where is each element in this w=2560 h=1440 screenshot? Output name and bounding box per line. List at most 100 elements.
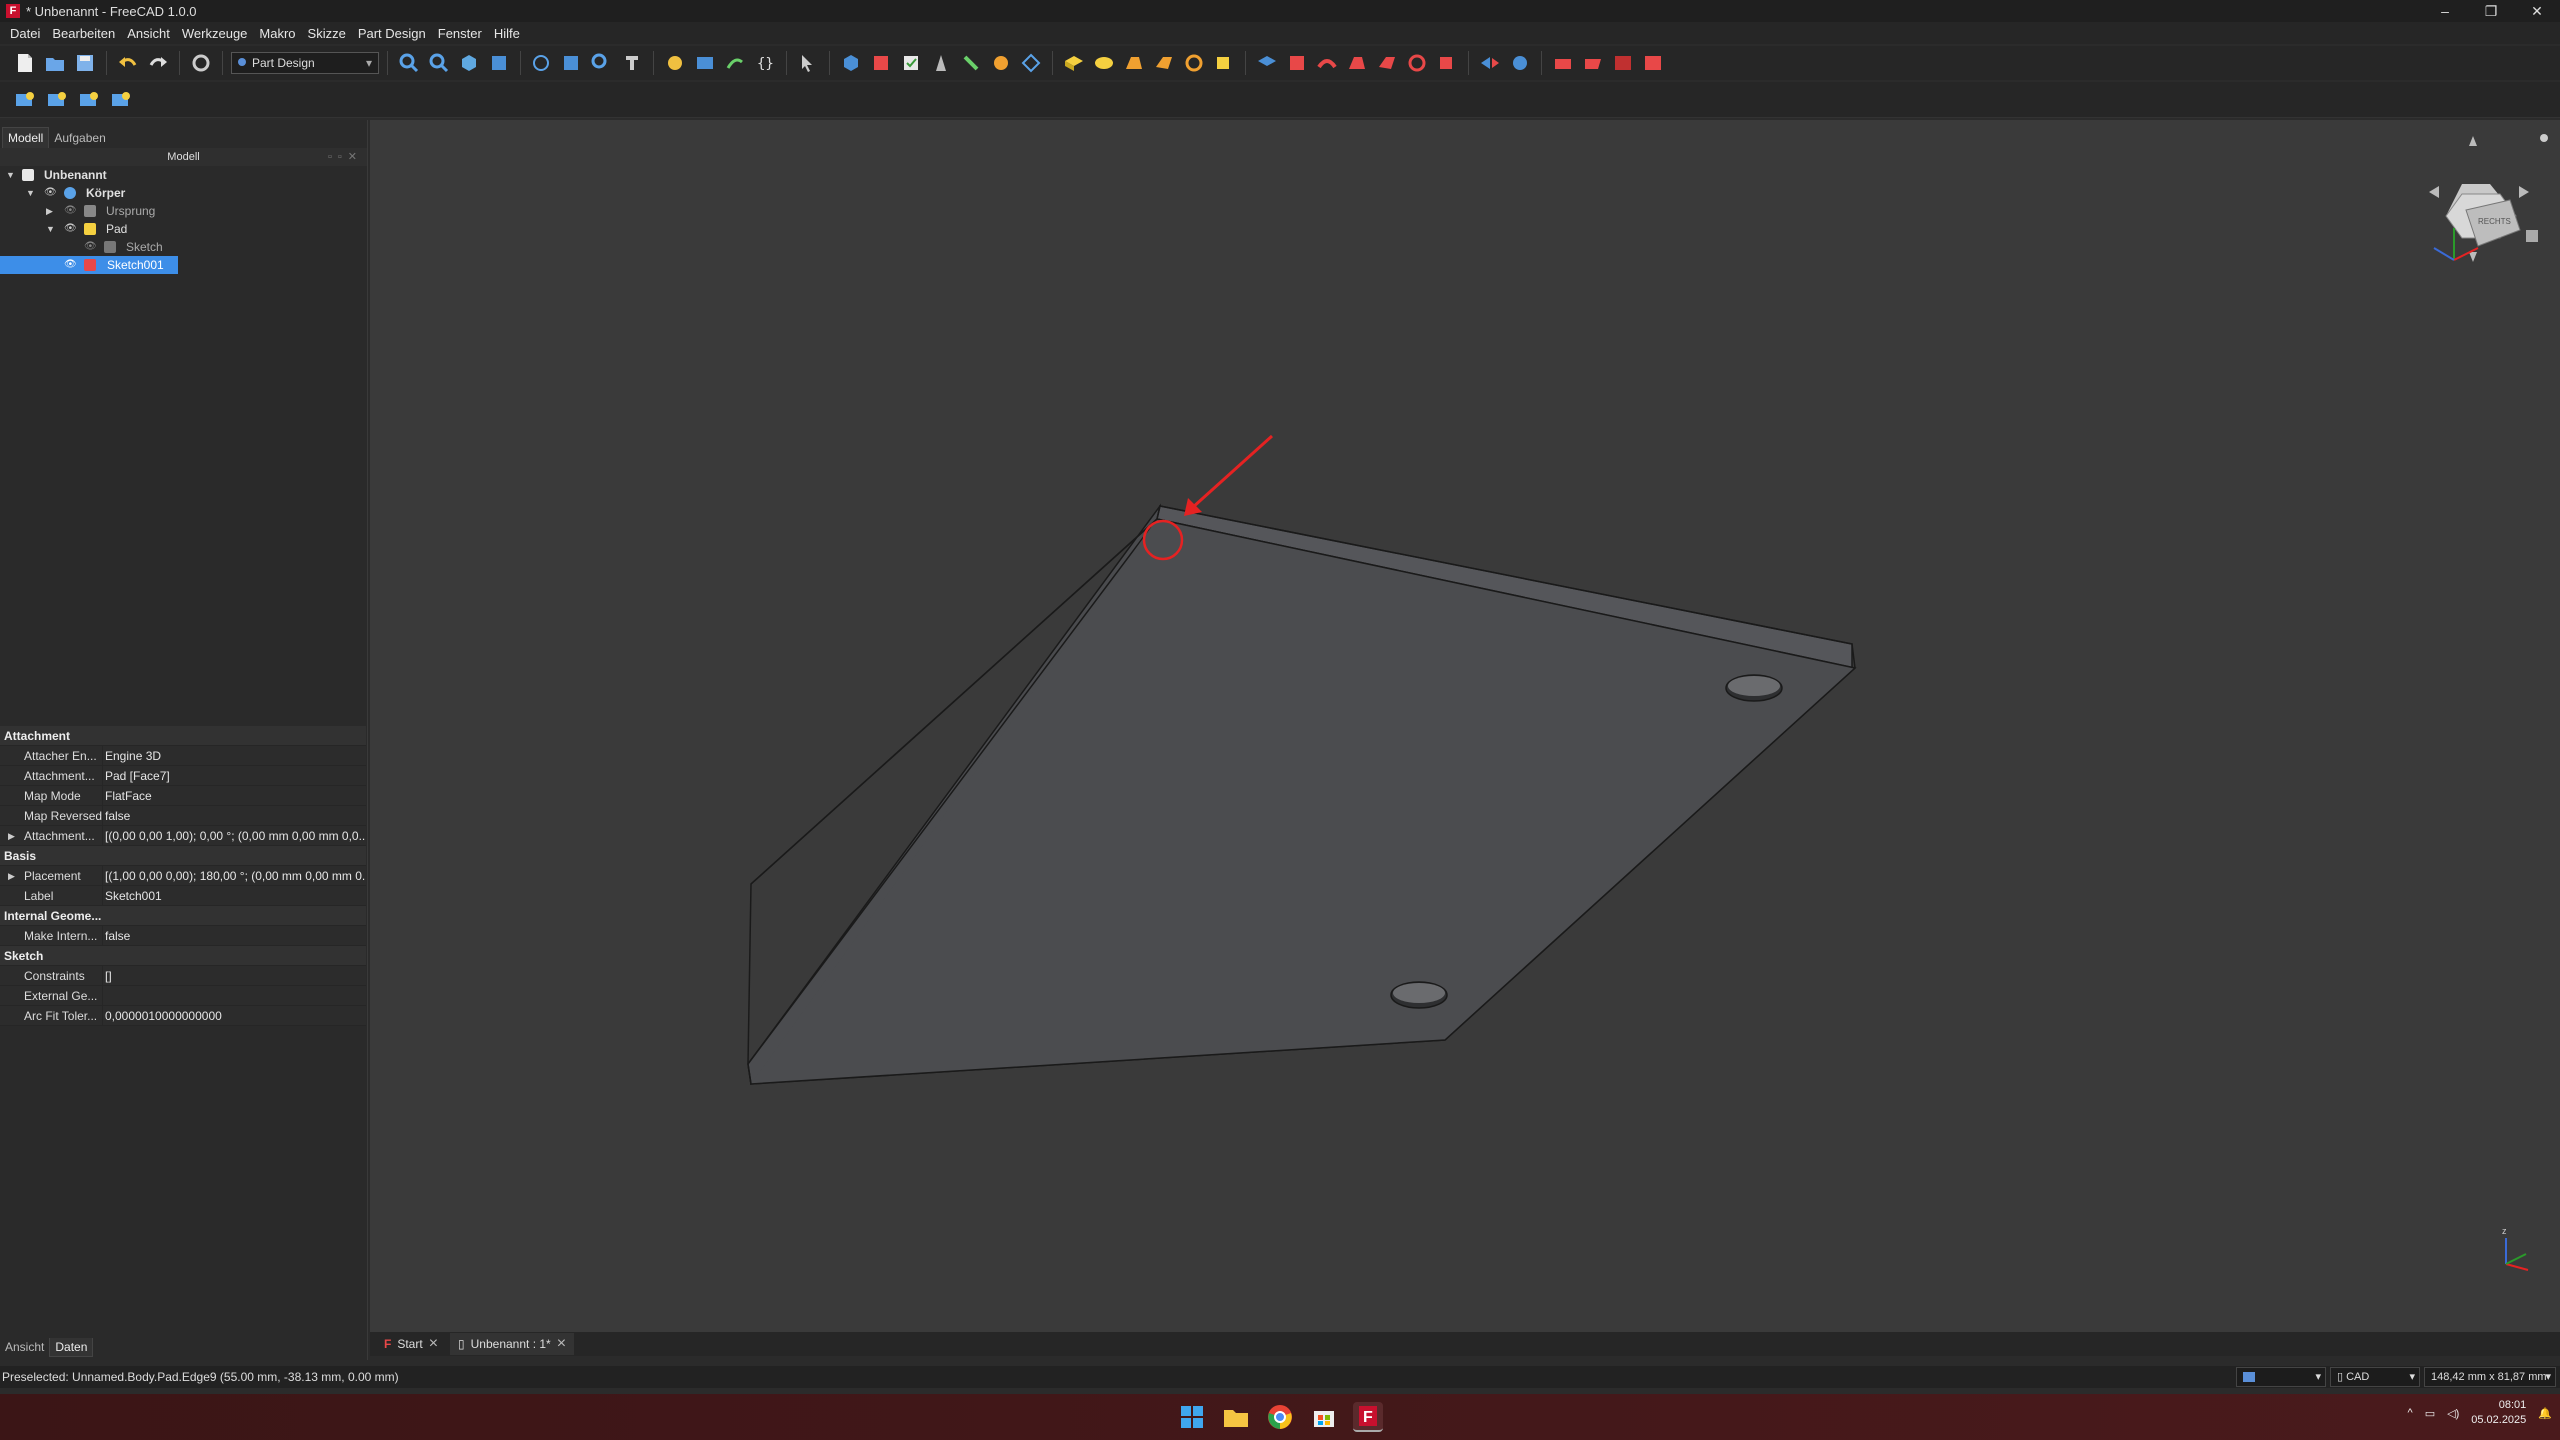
pipe-icon[interactable]	[1151, 50, 1177, 76]
macro-record-icon[interactable]	[662, 50, 688, 76]
refresh-icon[interactable]	[188, 50, 214, 76]
property-value[interactable]: [(0,00 0,00 1,00); 0,00 °; (0,00 mm 0,00…	[102, 826, 366, 845]
menu-part-design[interactable]: Part Design	[352, 26, 432, 41]
property-row[interactable]: Constraints []	[0, 966, 366, 986]
menu-hilfe[interactable]: Hilfe	[488, 26, 526, 41]
menu-bearbeiten[interactable]: Bearbeiten	[46, 26, 121, 41]
expand-arrow-icon[interactable]: ▶	[8, 866, 15, 885]
visibility-eye-icon[interactable]: 👁	[64, 256, 77, 274]
property-row[interactable]: Map Mode FlatFace	[0, 786, 366, 806]
property-value[interactable]: false	[102, 806, 366, 825]
menu-skizze[interactable]: Skizze	[302, 26, 352, 41]
property-row[interactable]: Label Sketch001	[0, 886, 366, 906]
property-section-title[interactable]: Sketch	[0, 946, 366, 966]
maximize-button[interactable]: ❐	[2468, 0, 2514, 22]
datum-line-icon[interactable]	[958, 50, 984, 76]
visibility-eye-icon[interactable]: 👁	[44, 184, 57, 202]
measure-icon[interactable]	[589, 50, 615, 76]
close-tab-icon[interactable]: ×	[429, 1335, 438, 1353]
store-icon[interactable]	[1309, 1402, 1339, 1432]
dimension-display[interactable]: 148,42 mm x 81,87 mm ▾	[2424, 1367, 2556, 1387]
property-row[interactable]: ▶ Attachment... [(0,00 0,00 1,00); 0,00 °;…	[0, 826, 366, 846]
property-section-title[interactable]: Internal Geome...	[0, 906, 366, 926]
attach-sketch-icon[interactable]	[12, 87, 38, 113]
draw-style-icon[interactable]	[529, 50, 555, 76]
redo-icon[interactable]	[145, 50, 171, 76]
tree-item-sketch001[interactable]: 👁 Sketch001	[0, 256, 367, 274]
menu-ansicht[interactable]: Ansicht	[121, 26, 176, 41]
tab-aufgaben[interactable]: Aufgaben	[49, 128, 110, 148]
view-cube-menu-icon[interactable]	[456, 50, 482, 76]
hole-icon[interactable]	[1284, 50, 1310, 76]
expand-arrow-icon[interactable]: ▶	[46, 202, 53, 220]
save-icon[interactable]	[72, 50, 98, 76]
notification-area-dropdown[interactable]: ▾	[2236, 1367, 2326, 1387]
collapse-arrow-icon[interactable]: ▼	[6, 166, 15, 184]
menu-datei[interactable]: Datei	[4, 26, 46, 41]
subtractive-loft-icon[interactable]	[1344, 50, 1370, 76]
shape-binder-icon[interactable]	[1018, 50, 1044, 76]
additive-primitive-icon[interactable]	[1211, 50, 1237, 76]
chevron-up-icon[interactable]: ^	[2408, 1407, 2413, 1419]
property-value[interactable]: 0,0000010000000000	[102, 1006, 366, 1025]
chamfer-icon[interactable]	[1580, 50, 1606, 76]
help-pointer-icon[interactable]	[795, 50, 821, 76]
helix-icon[interactable]	[1181, 50, 1207, 76]
datum-point-icon[interactable]	[928, 50, 954, 76]
macro-execute-icon[interactable]	[722, 50, 748, 76]
property-value[interactable]: FlatFace	[102, 786, 366, 805]
property-value[interactable]: false	[102, 926, 366, 945]
tree-item-sketch[interactable]: 👁 Sketch	[0, 238, 367, 256]
loft-icon[interactable]	[1121, 50, 1147, 76]
property-value[interactable]: Pad [Face7]	[102, 766, 366, 785]
navigation-style-dropdown[interactable]: ▯ CAD ▾	[2330, 1367, 2420, 1387]
minimize-button[interactable]: –	[2422, 0, 2468, 22]
tab-daten[interactable]: Daten	[49, 1338, 94, 1357]
datum-plane-icon[interactable]	[988, 50, 1014, 76]
volume-icon[interactable]: ◁)	[2447, 1407, 2459, 1420]
close-tab-icon[interactable]: ×	[557, 1335, 566, 1353]
network-icon[interactable]: ▭	[2425, 1407, 2435, 1420]
selection-filter-icon[interactable]	[559, 50, 585, 76]
freecad-taskbar-icon[interactable]: F	[1353, 1402, 1383, 1432]
subtractive-primitive-icon[interactable]	[1434, 50, 1460, 76]
map-sketch-icon[interactable]	[76, 87, 102, 113]
tree-item-pad[interactable]: ▼ 👁 Pad	[0, 220, 367, 238]
notification-bell-icon[interactable]: 🔔	[2538, 1407, 2552, 1420]
property-row[interactable]: Map Reversed false	[0, 806, 366, 826]
fit-selection-icon[interactable]	[426, 50, 452, 76]
visibility-eye-icon[interactable]: 👁	[84, 238, 97, 256]
view-front-icon[interactable]	[486, 50, 512, 76]
linear-pattern-icon[interactable]	[1507, 50, 1533, 76]
tree-item-koerper[interactable]: ▼ 👁 Körper	[0, 184, 367, 202]
open-file-icon[interactable]	[42, 50, 68, 76]
collapse-arrow-icon[interactable]: ▼	[46, 220, 55, 238]
expand-arrow-icon[interactable]: ▶	[8, 826, 15, 845]
tab-ansicht[interactable]: Ansicht	[0, 1338, 49, 1357]
menu-werkzeuge[interactable]: Werkzeuge	[176, 26, 254, 41]
menu-fenster[interactable]: Fenster	[432, 26, 488, 41]
navigation-cube[interactable]: RECHTS	[2429, 134, 2548, 262]
subtractive-helix-icon[interactable]	[1404, 50, 1430, 76]
property-row[interactable]: Make Intern... false	[0, 926, 366, 946]
property-value[interactable]: []	[102, 966, 366, 985]
property-value[interactable]: Sketch001	[102, 886, 366, 905]
fillet-icon[interactable]	[1550, 50, 1576, 76]
windows-start-icon[interactable]	[1177, 1402, 1207, 1432]
create-sketch-icon[interactable]	[868, 50, 894, 76]
visibility-eye-icon[interactable]: 👁	[64, 220, 77, 238]
fit-all-icon[interactable]	[396, 50, 422, 76]
panel-dock-buttons[interactable]: ▫▫✕	[328, 148, 363, 166]
property-value[interactable]: [(1,00 0,00 0,00); 180,00 °; (0,00 mm 0,…	[102, 866, 366, 885]
property-value[interactable]: Engine 3D	[102, 746, 366, 765]
validate-sketch-icon[interactable]	[898, 50, 924, 76]
property-row[interactable]: ▶ Placement [(1,00 0,00 0,00); 180,00 °; (…	[0, 866, 366, 886]
property-row[interactable]: External Ge...	[0, 986, 366, 1006]
doc-tab-unbenannt[interactable]: ▯ Unbenannt : 1* ×	[450, 1333, 575, 1355]
file-explorer-icon[interactable]	[1221, 1402, 1251, 1432]
menu-makro[interactable]: Makro	[253, 26, 301, 41]
tree-item-ursprung[interactable]: ▶ 👁 Ursprung	[0, 202, 367, 220]
thickness-icon[interactable]	[1640, 50, 1666, 76]
revolution-icon[interactable]	[1091, 50, 1117, 76]
chrome-icon[interactable]	[1265, 1402, 1295, 1432]
